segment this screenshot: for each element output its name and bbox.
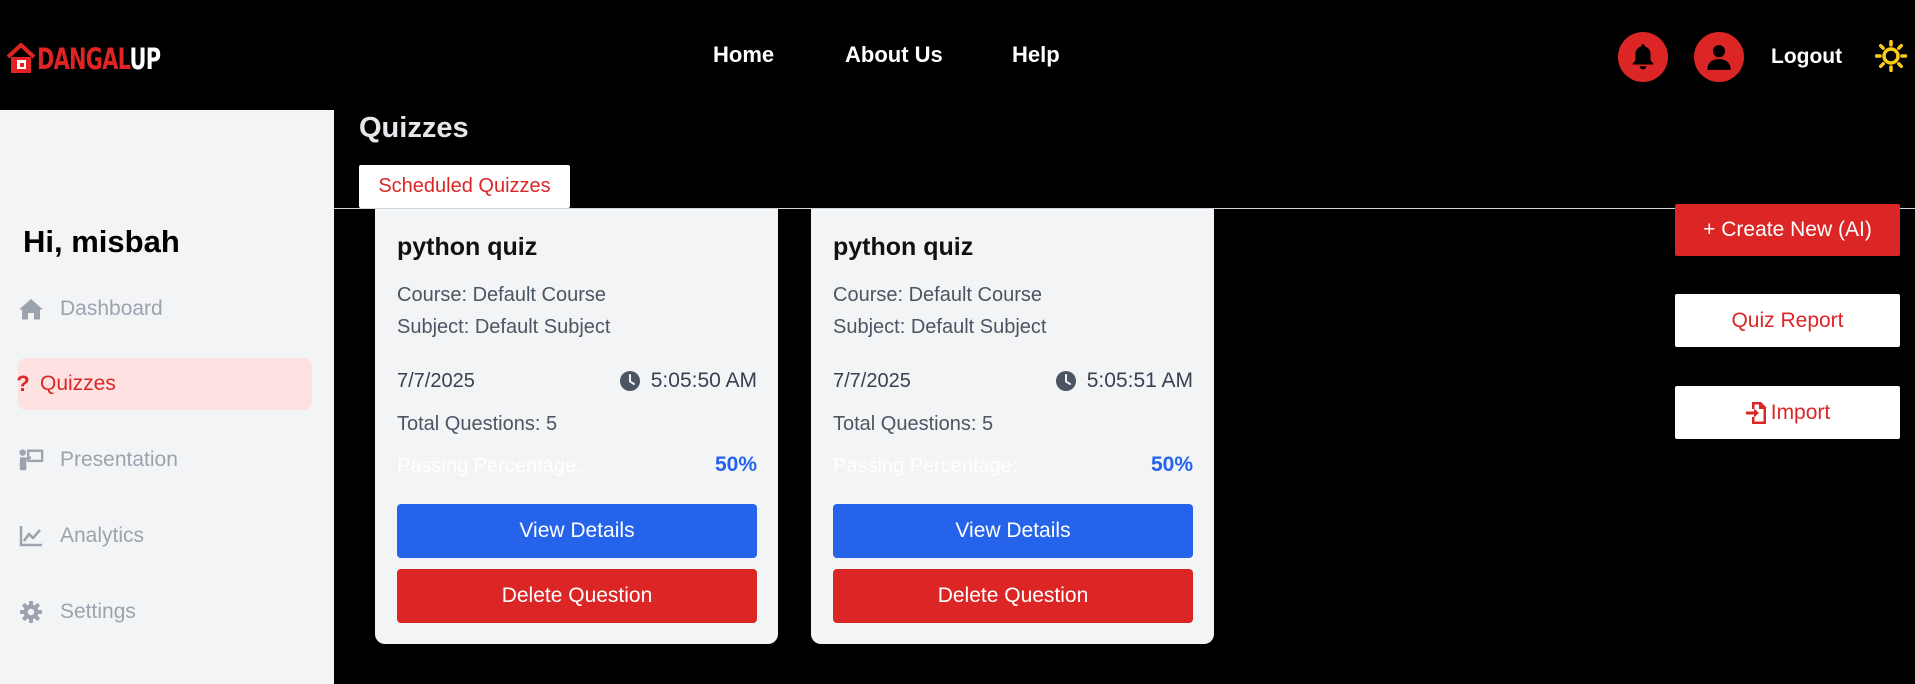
quiz-title: python quiz (833, 233, 974, 261)
file-import-icon (1745, 401, 1766, 424)
quiz-subject: Subject: Default Subject (397, 316, 611, 338)
delete-question-button[interactable]: Delete Question (397, 569, 757, 623)
quiz-card: python quiz Course: Default Course Subje… (375, 209, 778, 644)
quiz-course: Course: Default Course (397, 284, 606, 306)
sidebar-item-dashboard[interactable]: Dashboard (18, 283, 312, 335)
quiz-total-questions: Total Questions: 5 (397, 413, 558, 435)
sidebar-item-settings[interactable]: Settings (18, 586, 312, 638)
quiz-time: 5:05:51 AM (1055, 369, 1193, 393)
clock-icon (619, 371, 640, 391)
quiz-title: python quiz (397, 233, 538, 261)
sidebar-item-label: Dashboard (60, 297, 163, 320)
quiz-report-button[interactable]: Quiz Report (1675, 294, 1900, 347)
notifications-button[interactable] (1618, 32, 1668, 82)
presentation-icon (18, 447, 44, 473)
quiz-time: 5:05:50 AM (619, 369, 757, 393)
delete-question-button[interactable]: Delete Question (833, 569, 1193, 623)
quiz-date: 7/7/2025 (833, 370, 911, 392)
passing-percentage-label: Passing Percentage: (397, 455, 582, 477)
sun-icon[interactable] (1875, 40, 1907, 72)
passing-percentage-value: 50% (714, 453, 757, 476)
gear-icon (18, 599, 44, 625)
quiz-time-value: 5:05:50 AM (650, 369, 757, 392)
passing-percentage-label: Passing Percentage: (833, 455, 1018, 477)
nav-help-link[interactable]: Help (1012, 42, 1060, 68)
tab-scheduled-quizzes[interactable]: Scheduled Quizzes (359, 165, 570, 208)
sidebar-item-label: Presentation (60, 448, 178, 471)
sidebar: Hi, misbah Dashboard ? Quizzes Presentat… (0, 110, 334, 684)
quiz-total-questions: Total Questions: 5 (833, 413, 994, 435)
quiz-date: 7/7/2025 (397, 370, 475, 392)
user-greeting: Hi, misbah (23, 224, 180, 259)
clock-icon (1055, 371, 1076, 391)
sidebar-item-presentation[interactable]: Presentation (18, 434, 312, 486)
nav-home-link[interactable]: Home (713, 42, 774, 68)
chart-line-icon (18, 523, 44, 549)
quiz-card: python quiz Course: Default Course Subje… (811, 209, 1214, 644)
sidebar-item-quizzes[interactable]: ? Quizzes (16, 358, 312, 410)
bell-icon (1632, 44, 1654, 70)
create-new-ai-button[interactable]: + Create New (AI) (1675, 204, 1900, 256)
sidebar-item-label: Settings (60, 600, 136, 623)
user-icon (1707, 45, 1731, 70)
sidebar-item-label: Quizzes (40, 372, 116, 395)
import-button-label: Import (1770, 400, 1831, 424)
home-icon (18, 296, 44, 322)
view-details-button[interactable]: View Details (397, 504, 757, 558)
profile-button[interactable] (1694, 32, 1744, 82)
passing-percentage-value: 50% (1150, 453, 1193, 476)
sidebar-item-label: Analytics (60, 524, 145, 547)
quiz-subject: Subject: Default Subject (833, 316, 1047, 338)
top-navbar: DANGALUP Home About Us Help Logout (0, 2, 1915, 110)
quiz-course: Course: Default Course (833, 284, 1042, 306)
quiz-time-value: 5:05:51 AM (1086, 369, 1193, 392)
question-icon: ? (16, 371, 30, 396)
page-title: Quizzes (359, 112, 469, 144)
import-button[interactable]: Import (1675, 386, 1900, 439)
view-details-button[interactable]: View Details (833, 504, 1193, 558)
nav-about-link[interactable]: About Us (845, 42, 943, 68)
logout-button[interactable]: Logout (1771, 45, 1842, 69)
sidebar-item-analytics[interactable]: Analytics (18, 510, 312, 562)
